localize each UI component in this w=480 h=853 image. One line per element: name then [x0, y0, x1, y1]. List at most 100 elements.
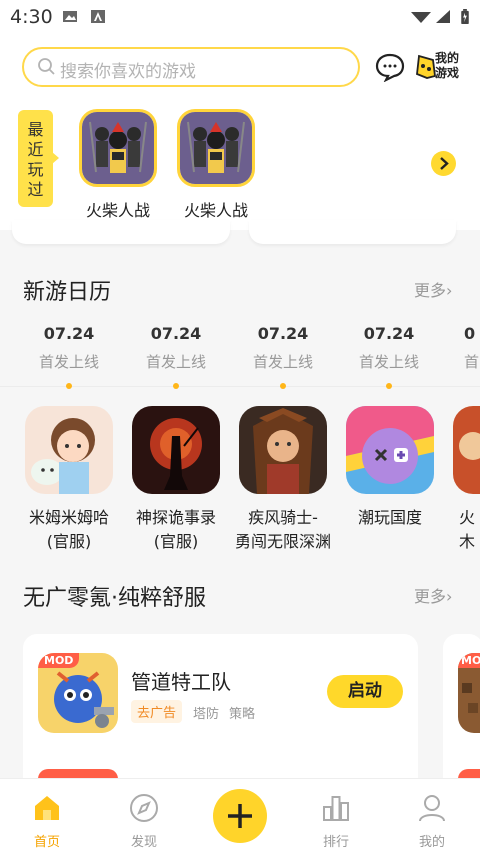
message-icon[interactable]: [374, 52, 406, 82]
compass-icon: [130, 794, 158, 822]
pipe-agents-game-icon: MOD: [38, 653, 118, 733]
game-icon: [453, 406, 480, 494]
plus-icon: [228, 804, 252, 828]
game-icon: [25, 406, 113, 494]
timeline-dot: [66, 383, 72, 389]
ad-free-tag: 去广告: [131, 700, 183, 723]
bottom-nav: 首页 发现 排行 我的: [0, 778, 480, 853]
nav-profile[interactable]: 我的: [402, 793, 462, 850]
calendar-game-item[interactable]: 神探诡事录 (官服): [116, 406, 236, 554]
my-games-button[interactable]: 我的 游戏: [415, 50, 463, 84]
my-games-label-1: 我的: [435, 51, 460, 65]
calendar-game-item[interactable]: 潮玩国度: [330, 406, 450, 530]
chevron-right-icon: [440, 157, 449, 170]
stickman-war-game-icon: [79, 109, 157, 187]
mod-badge: MOD: [458, 653, 480, 668]
home-icon: [35, 796, 59, 820]
game-name-suffix: (官服): [46, 532, 92, 551]
game-icon: [239, 406, 327, 494]
recent-game-name: 火柴人战: [183, 201, 248, 220]
game-name: 米姆米姆哈: [28, 508, 109, 527]
release-status: 首发上线: [358, 353, 419, 371]
game-name: 管道特工队: [131, 670, 231, 694]
calendar-more-link[interactable]: 更多›: [414, 277, 452, 301]
adfree-section-title: 无广零氪·纯粹舒服: [23, 586, 206, 611]
battery-icon: [461, 9, 469, 24]
more-label: 更多: [414, 587, 447, 606]
nav-label: 排行: [322, 835, 349, 850]
calendar-date: 07.24 首发上线: [349, 324, 429, 372]
recent-game-name: 火柴人战: [85, 201, 150, 220]
release-date: 07.24: [150, 324, 202, 343]
release-status: 首发上线: [252, 353, 313, 371]
release-status: 首: [464, 353, 480, 371]
signal-icon: [436, 10, 450, 23]
timeline-divider: [0, 386, 480, 387]
search-input[interactable]: 搜索你喜欢的游戏: [22, 47, 360, 87]
release-date: 07.24: [257, 324, 309, 343]
wifi-icon: [411, 12, 431, 23]
adfree-more-link[interactable]: 更多›: [414, 583, 452, 607]
release-date: 07.24: [43, 324, 95, 343]
recent-game-item[interactable]: 火柴人战: [79, 109, 157, 221]
genre-tag: 策略: [229, 707, 256, 722]
calendar-game-item[interactable]: 火 木: [437, 406, 480, 554]
release-status: 首发上线: [38, 353, 99, 371]
nav-home[interactable]: 首页: [17, 793, 77, 850]
my-games-label-2: 游戏: [435, 66, 460, 80]
game-icon: MOD: [458, 653, 480, 733]
chevron-right-icon: ›: [446, 281, 453, 300]
search-icon: [38, 58, 55, 75]
status-time: 4:30: [10, 6, 53, 28]
nav-discover[interactable]: 发现: [114, 793, 174, 850]
nav-ranking[interactable]: 排行: [306, 793, 366, 850]
game-name-suffix: (官服): [153, 532, 199, 551]
card-fragment: [12, 220, 230, 244]
calendar-date: 07.24 首发上线: [243, 324, 323, 372]
user-icon: [419, 795, 445, 822]
game-name: 潮玩国度: [357, 508, 422, 527]
game-name: 火: [459, 508, 476, 527]
launch-button[interactable]: 启动: [327, 675, 403, 708]
calendar-date: 07.24 首发上线: [29, 324, 109, 372]
gamepad-icon: [416, 54, 436, 79]
add-button[interactable]: [213, 789, 267, 843]
recent-tag-char: 最: [27, 120, 44, 139]
calendar-date: 07.24 首发上线: [136, 324, 216, 372]
stickman-war-game-icon: [177, 109, 255, 187]
game-icon: [346, 406, 434, 494]
bar-chart-icon: [323, 796, 349, 821]
game-icon: [132, 406, 220, 494]
chevron-right-icon: ›: [446, 587, 453, 606]
recent-tag-char: 玩: [27, 160, 44, 179]
game-name: 神探诡事录: [135, 508, 216, 527]
game-name-suffix: 勇闯无限深渊: [234, 532, 331, 551]
mod-badge: MOD: [38, 653, 80, 668]
card-fragment: [249, 220, 456, 244]
release-date: 07.24: [363, 324, 415, 343]
calendar-date: 0 首: [464, 324, 480, 372]
release-date: 0: [464, 324, 476, 343]
timeline-dot: [173, 383, 179, 389]
recent-tag-char: 过: [27, 180, 44, 199]
release-status: 首发上线: [145, 353, 206, 371]
recent-tag-char: 近: [27, 140, 44, 159]
timeline-dot: [386, 383, 392, 389]
nav-label: 发现: [130, 835, 157, 850]
status-bar: 4:30: [0, 0, 480, 34]
image-icon: [63, 11, 77, 22]
recent-played-tag: 最 近 玩 过: [18, 110, 59, 207]
nav-label: 我的: [418, 835, 445, 850]
more-label: 更多: [414, 281, 447, 300]
recent-game-item[interactable]: 火柴人战: [177, 109, 255, 221]
game-name-suffix: 木: [459, 532, 476, 551]
app-a-icon: [91, 10, 105, 23]
calendar-game-item[interactable]: 疾风骑士- 勇闯无限深渊: [223, 406, 343, 554]
search-placeholder: 搜索你喜欢的游戏: [60, 62, 196, 82]
genre-tag: 塔防: [193, 707, 220, 722]
recent-more-button[interactable]: [431, 151, 456, 176]
calendar-game-item[interactable]: 米姆米姆哈 (官服): [9, 406, 129, 554]
game-name: 疾风骑士-: [248, 508, 318, 527]
calendar-section-title: 新游日历: [23, 280, 112, 305]
timeline-dot: [280, 383, 286, 389]
